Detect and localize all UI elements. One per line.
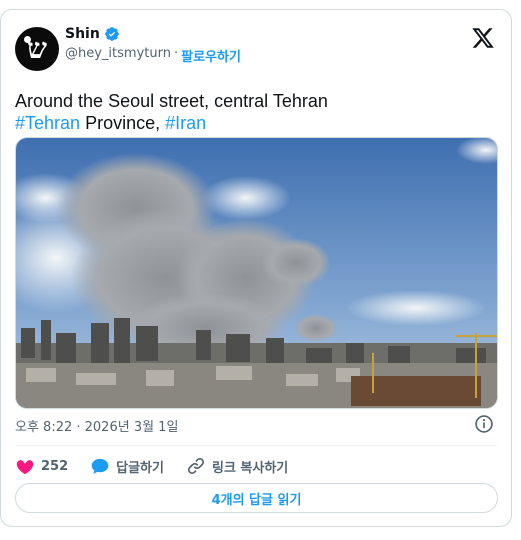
avatar-dot [24, 36, 31, 43]
author-handle[interactable]: @hey_itsmyturn [65, 46, 171, 65]
tweet-card: ש Shin @hey_itsmyturn · 팔로우하기 Around the… [0, 9, 512, 527]
copy-link-label: 링크 복사하기 [211, 460, 289, 476]
tweet-text-middle: Province, [80, 113, 166, 133]
tweet-text-line1: Around the Seoul street, central Tehran [15, 91, 328, 111]
action-bar: 252 답글하기 링크 복사하기 [15, 456, 310, 476]
link-icon [187, 457, 204, 475]
verified-badge-icon [104, 27, 119, 41]
heart-icon [16, 460, 34, 475]
tweet-text: Around the Seoul street, central Tehran … [15, 90, 495, 134]
tweet-photo[interactable] [15, 137, 498, 409]
author-display-name[interactable]: Shin [65, 26, 100, 42]
hashtag-iran[interactable]: #Iran [165, 113, 206, 133]
like-count: 252 [41, 458, 69, 474]
read-replies-button[interactable]: 4개의 답글 읽기 [15, 483, 498, 513]
smoke-over-city-image [16, 138, 497, 408]
author-handle-row: @hey_itsmyturn · 팔로우하기 [65, 46, 241, 65]
divider [15, 445, 497, 446]
reply-bubble-icon [91, 458, 109, 474]
author-name-row: Shin [65, 26, 120, 42]
hashtag-tehran[interactable]: #Tehran [15, 113, 80, 133]
tweet-text-line2: #Tehran Province, #Iran [15, 112, 495, 134]
follow-button[interactable]: 팔로우하기 [181, 46, 241, 65]
copy-link-button[interactable]: 링크 복사하기 [186, 456, 288, 476]
info-icon[interactable] [474, 414, 494, 434]
reply-button[interactable]: 답글하기 [90, 456, 164, 476]
tweet-timestamp[interactable]: 오후 8:22 · 2026년 3월 1일 [15, 416, 178, 435]
handle-separator: · [173, 46, 179, 61]
like-button[interactable]: 252 [15, 456, 68, 476]
avatar[interactable]: ש [15, 27, 59, 71]
reply-label: 답글하기 [116, 460, 164, 476]
x-logo-icon[interactable] [471, 26, 495, 50]
